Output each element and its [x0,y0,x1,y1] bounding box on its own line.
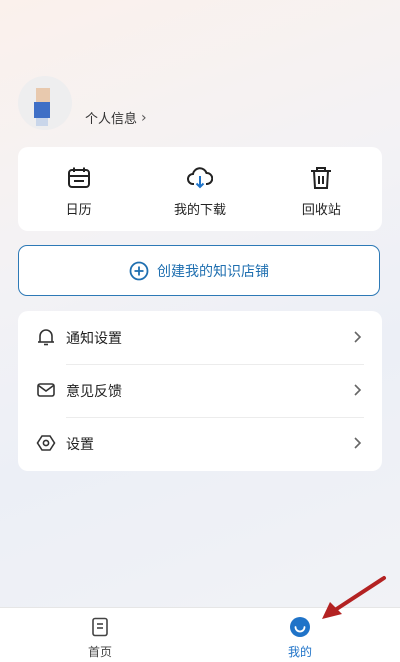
profile-header[interactable]: 个人信息 › [18,74,318,134]
bell-icon [38,329,54,346]
quick-action-trash[interactable]: 回收站 [261,147,382,231]
quick-action-label: 日历 [65,203,92,218]
create-store-button[interactable]: 创建我的知识店铺 [18,245,380,296]
settings-menu-card: 通知设置 意见反馈 设置 [18,311,382,471]
tab-label: 我的 [287,645,312,659]
menu-item-notification-settings[interactable]: 通知设置 [18,311,382,364]
quick-actions-card: 日历 我的下载 回收站 [18,147,382,231]
tab-label: 首页 [87,645,112,659]
create-store-label: 创建我的知识店铺 [157,263,269,280]
bottom-tab-bar: 首页 我的 [0,607,400,662]
settings-hex-icon [36,435,56,451]
profile-info-link[interactable]: 个人信息 › [85,108,147,128]
avatar-legs [36,118,48,126]
chevron-right-icon [354,331,362,343]
menu-item-label: 意见反馈 [66,383,122,400]
profile-info-label: 个人信息 [85,112,138,127]
avatar-body [34,102,50,118]
menu-item-settings[interactable]: 设置 [18,417,382,470]
quick-action-downloads[interactable]: 我的下载 [139,147,260,231]
smile-circle-icon [290,617,310,637]
trash-icon [311,167,332,189]
home-doc-icon [92,617,108,637]
menu-item-label: 设置 [66,436,94,453]
cloud-download-icon [187,167,213,189]
mail-icon [37,383,55,397]
quick-action-label: 我的下载 [173,203,226,218]
avatar[interactable] [18,76,72,130]
tab-mine[interactable]: 我的 [200,608,400,662]
menu-item-feedback[interactable]: 意见反馈 [18,364,382,417]
chevron-right-icon: › [141,109,147,126]
calendar-icon [67,167,90,188]
quick-action-calendar[interactable]: 日历 [18,147,139,231]
menu-item-label: 通知设置 [66,330,122,347]
tab-home[interactable]: 首页 [0,608,200,662]
plus-circle-icon [129,261,149,280]
quick-action-label: 回收站 [301,203,341,218]
chevron-right-icon [354,384,362,396]
avatar-face [36,88,50,102]
chevron-right-icon [354,437,362,449]
